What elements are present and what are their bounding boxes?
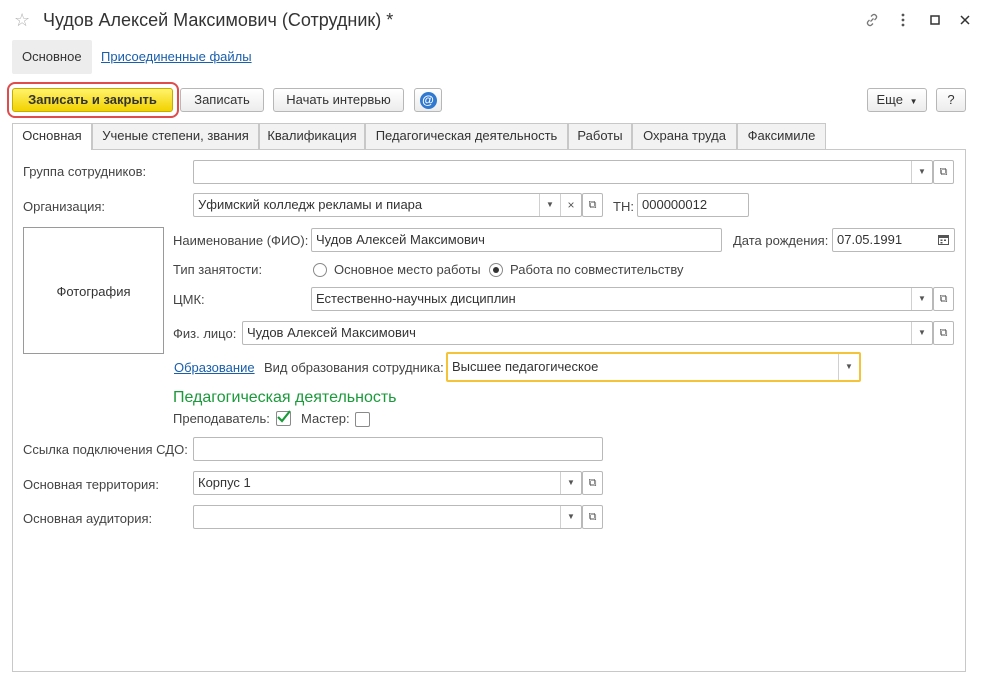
- more-label: Еще: [876, 92, 903, 107]
- person-label: Физ. лицо:: [173, 326, 237, 341]
- person-field[interactable]: Чудов Алексей Максимович ▼: [242, 321, 933, 345]
- save-button[interactable]: Записать: [180, 88, 264, 112]
- link-icon[interactable]: [862, 10, 882, 30]
- education-type-value: Высшее педагогическое: [452, 359, 599, 374]
- master-label: Мастер:: [301, 411, 350, 426]
- nav-attached-files[interactable]: Присоединенные файлы: [101, 40, 252, 74]
- open-icon[interactable]: ⧉: [582, 193, 603, 217]
- fio-label: Наименование (ФИО):: [173, 233, 309, 248]
- master-checkbox[interactable]: [355, 412, 370, 427]
- mail-button[interactable]: @: [414, 88, 442, 112]
- sdo-field[interactable]: [193, 437, 603, 461]
- more-button[interactable]: Еще ▼: [867, 88, 927, 112]
- fio-field[interactable]: Чудов Алексей Максимович: [311, 228, 722, 252]
- close-icon[interactable]: [955, 10, 975, 30]
- group-label: Группа сотрудников:: [23, 164, 147, 179]
- radio-part-time-label: Работа по совместительству: [510, 262, 684, 277]
- open-icon[interactable]: ⧉: [933, 287, 954, 311]
- birth-field[interactable]: 07.05.1991: [832, 228, 955, 252]
- employment-label: Тип занятости:: [173, 262, 263, 277]
- dropdown-icon[interactable]: ▼: [560, 506, 581, 528]
- org-label: Организация:: [23, 199, 106, 214]
- cmk-field[interactable]: Естественно-научных дисциплин ▼: [311, 287, 933, 311]
- tab-pedagogy[interactable]: Педагогическая деятельность: [365, 123, 568, 149]
- radio-main-work[interactable]: [313, 263, 327, 277]
- star-icon[interactable]: ☆: [14, 10, 30, 30]
- education-label: Вид образования сотрудника:: [264, 360, 444, 375]
- tab-qualification[interactable]: Квалификация: [259, 123, 365, 149]
- birth-value: 07.05.1991: [837, 232, 903, 247]
- dropdown-icon[interactable]: ▼: [911, 322, 932, 344]
- caret-down-icon: ▼: [909, 97, 918, 106]
- dropdown-icon[interactable]: ▼: [838, 354, 859, 380]
- start-interview-button[interactable]: Начать интервью: [273, 88, 404, 112]
- territory-value: Корпус 1: [198, 475, 251, 490]
- photo-box[interactable]: Фотография: [23, 227, 164, 354]
- tab-works[interactable]: Работы: [568, 123, 632, 149]
- education-link[interactable]: Образование: [174, 360, 255, 375]
- territory-label: Основная территория:: [23, 477, 159, 492]
- org-value: Уфимский колледж рекламы и пиара: [198, 197, 423, 212]
- radio-part-time[interactable]: [489, 263, 503, 277]
- dropdown-icon[interactable]: ▼: [911, 288, 932, 310]
- more-vertical-icon[interactable]: [893, 10, 913, 30]
- teacher-label: Преподаватель:: [173, 411, 270, 426]
- nav-main[interactable]: Основное: [12, 40, 92, 74]
- teacher-checkbox[interactable]: [276, 410, 291, 426]
- maximize-icon[interactable]: [925, 10, 945, 30]
- birth-label: Дата рождения:: [733, 233, 829, 248]
- territory-field[interactable]: Корпус 1 ▼: [193, 471, 582, 495]
- tab-facsimile[interactable]: Факсимиле: [737, 123, 826, 149]
- section-title-pedagogy: Педагогическая деятельность: [173, 389, 397, 406]
- window-title: Чудов Алексей Максимович (Сотрудник) *: [43, 10, 394, 30]
- group-field[interactable]: ▼: [193, 160, 933, 184]
- open-icon[interactable]: ⧉: [582, 505, 603, 529]
- org-field[interactable]: Уфимский колледж рекламы и пиара ▼ ×: [193, 193, 582, 217]
- dropdown-icon[interactable]: ▼: [911, 161, 932, 183]
- radio-main-work-label: Основное место работы: [334, 262, 481, 277]
- calendar-icon[interactable]: [933, 229, 954, 251]
- at-icon: @: [419, 92, 437, 109]
- cmk-label: ЦМК:: [173, 292, 205, 307]
- tn-value: 000000012: [642, 197, 708, 212]
- auditorium-field[interactable]: ▼: [193, 505, 582, 529]
- cmk-value: Естественно-научных дисциплин: [316, 291, 516, 306]
- education-type-field[interactable]: Высшее педагогическое ▼: [446, 352, 861, 382]
- tn-label: ТН:: [613, 199, 634, 214]
- tn-field[interactable]: 000000012: [637, 193, 749, 217]
- tab-degrees[interactable]: Ученые степени, звания: [92, 123, 259, 149]
- fio-value: Чудов Алексей Максимович: [316, 232, 485, 247]
- help-button[interactable]: ?: [936, 88, 966, 112]
- save-and-close-button[interactable]: Записать и закрыть: [12, 88, 173, 112]
- tab-main[interactable]: Основная: [12, 123, 92, 150]
- dropdown-icon[interactable]: ▼: [539, 194, 560, 216]
- tab-labor-safety[interactable]: Охрана труда: [632, 123, 737, 149]
- auditorium-label: Основная аудитория:: [23, 511, 153, 526]
- dropdown-icon[interactable]: ▼: [560, 472, 581, 494]
- sdo-label: Ссылка подключения СДО:: [23, 442, 188, 457]
- open-icon[interactable]: ⧉: [933, 160, 954, 184]
- open-icon[interactable]: ⧉: [582, 471, 603, 495]
- clear-icon[interactable]: ×: [560, 194, 581, 216]
- person-value: Чудов Алексей Максимович: [247, 325, 416, 340]
- open-icon[interactable]: ⧉: [933, 321, 954, 345]
